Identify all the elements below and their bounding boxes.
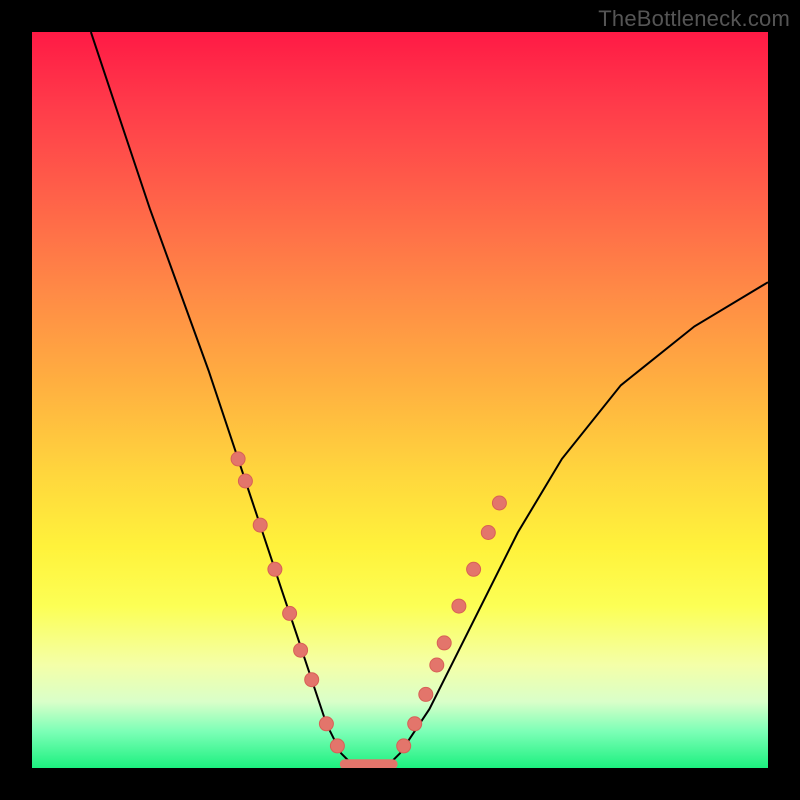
data-marker: [492, 496, 506, 510]
watermark-text: TheBottleneck.com: [598, 6, 790, 32]
curve-overlay: [32, 32, 768, 768]
data-marker: [419, 687, 433, 701]
marker-group: [231, 452, 506, 753]
data-marker: [467, 562, 481, 576]
data-marker: [330, 739, 344, 753]
data-marker: [481, 526, 495, 540]
data-marker: [238, 474, 252, 488]
data-marker: [231, 452, 245, 466]
data-marker: [437, 636, 451, 650]
data-marker: [430, 658, 444, 672]
data-marker: [268, 562, 282, 576]
data-marker: [397, 739, 411, 753]
plot-area: [32, 32, 768, 768]
data-marker: [305, 673, 319, 687]
data-marker: [253, 518, 267, 532]
data-marker: [452, 599, 466, 613]
bottleneck-curve: [91, 32, 768, 768]
data-marker: [319, 717, 333, 731]
data-marker: [408, 717, 422, 731]
chart-frame: TheBottleneck.com: [0, 0, 800, 800]
data-marker: [294, 643, 308, 657]
data-marker: [283, 606, 297, 620]
